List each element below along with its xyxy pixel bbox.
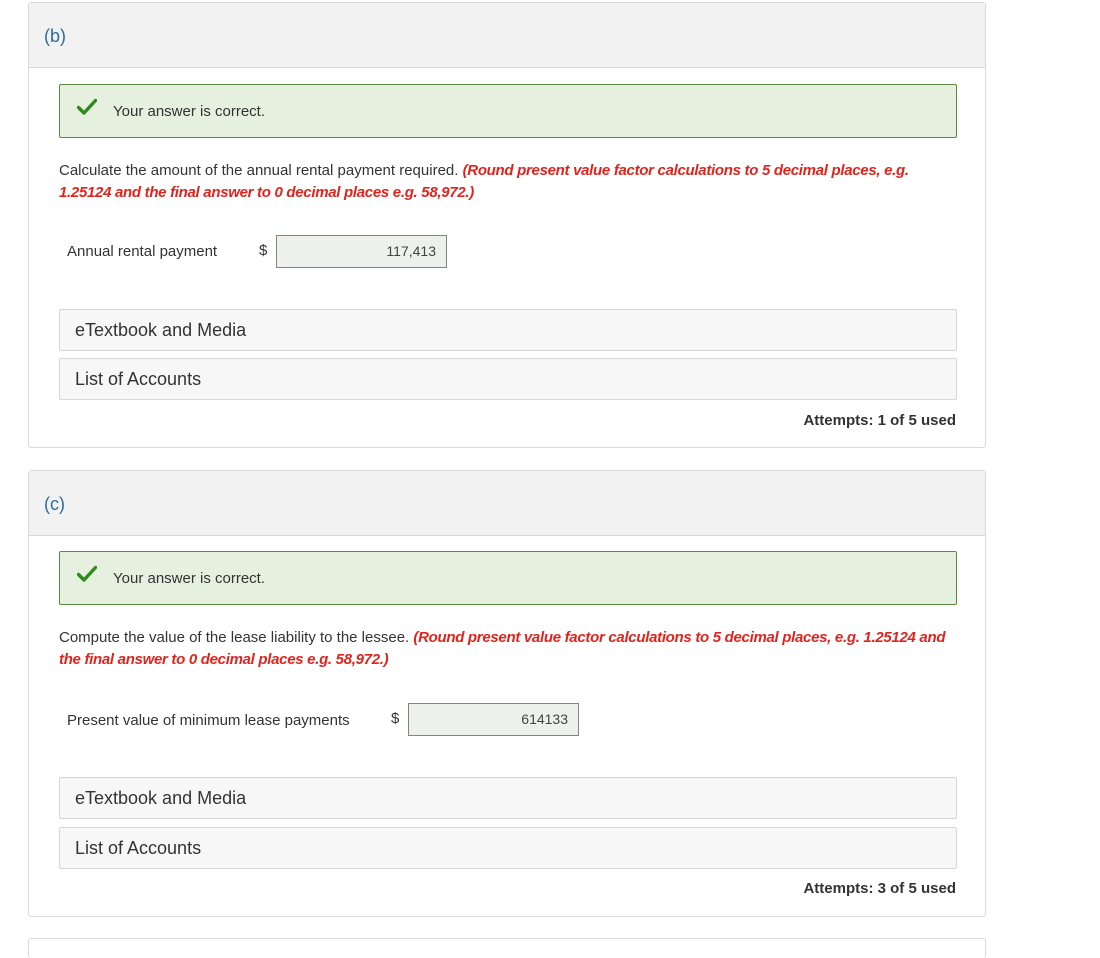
etextbook-media-link[interactable]: eTextbook and Media — [59, 309, 957, 351]
part-b-panel: (b) Your answer is correct. Calculate th… — [28, 2, 986, 448]
part-c-feedback-text: Your answer is correct. — [113, 570, 266, 587]
list-of-accounts-label: List of Accounts — [75, 369, 202, 389]
part-c-feedback-box: Your answer is correct. — [59, 551, 957, 605]
present-value-lease-payments-label: Present value of minimum lease payments — [67, 712, 350, 729]
part-b-feedback-box: Your answer is correct. — [59, 84, 957, 138]
part-b-header: (b) — [29, 3, 985, 68]
checkmark-icon — [77, 565, 97, 582]
part-b-label: (b) — [44, 26, 66, 46]
list-of-accounts-link[interactable]: List of Accounts — [59, 358, 957, 400]
part-c-header: (c) — [29, 471, 985, 536]
part-b-attempts: Attempts: 1 of 5 used — [803, 412, 956, 429]
etextbook-media-link[interactable]: eTextbook and Media — [59, 777, 957, 819]
currency-symbol: $ — [391, 710, 400, 727]
part-b-question: Calculate the amount of the annual renta… — [59, 162, 459, 179]
annual-rental-payment-label: Annual rental payment — [67, 243, 218, 260]
part-c-question: Compute the value of the lease liability… — [59, 629, 410, 646]
present-value-lease-payments-input[interactable]: 614133 — [408, 703, 579, 736]
part-c-attempts: Attempts: 3 of 5 used — [803, 880, 956, 897]
next-part-panel — [28, 938, 986, 958]
etextbook-media-label: eTextbook and Media — [75, 788, 247, 808]
part-c-label: (c) — [44, 494, 65, 514]
part-c-instructions: Compute the value of the lease liability… — [59, 627, 959, 671]
list-of-accounts-link[interactable]: List of Accounts — [59, 827, 957, 869]
part-b-feedback-text: Your answer is correct. — [113, 103, 266, 120]
part-c-panel: (c) Your answer is correct. Compute the … — [28, 470, 986, 917]
checkmark-icon — [77, 98, 97, 115]
annual-rental-payment-input[interactable]: 117,413 — [276, 235, 447, 268]
list-of-accounts-label: List of Accounts — [75, 838, 202, 858]
part-b-instructions: Calculate the amount of the annual renta… — [59, 160, 959, 204]
etextbook-media-label: eTextbook and Media — [75, 320, 247, 340]
currency-symbol: $ — [259, 242, 268, 259]
